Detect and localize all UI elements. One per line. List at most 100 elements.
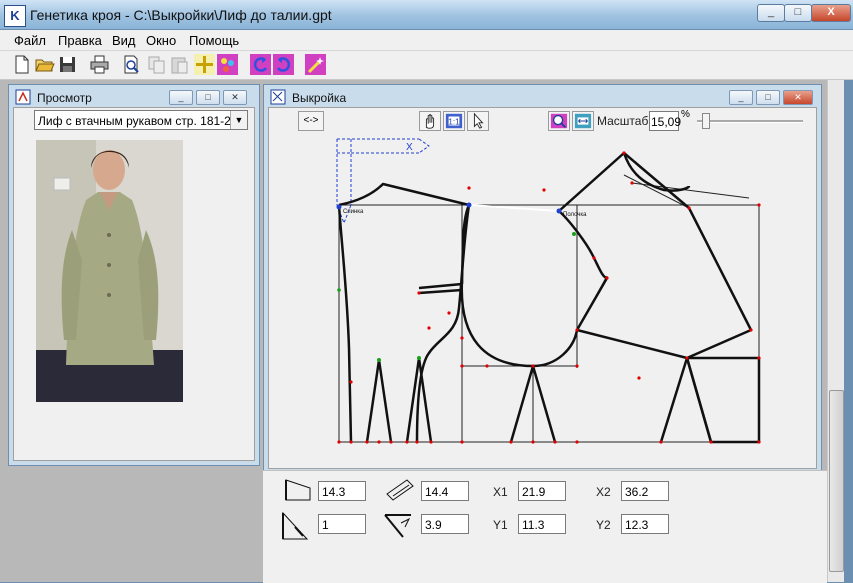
- open-folder-icon[interactable]: [34, 54, 55, 75]
- menu-view[interactable]: Вид: [112, 33, 136, 48]
- pattern-point[interactable]: [460, 440, 464, 444]
- pattern-close-button[interactable]: ✕: [783, 90, 813, 105]
- preview-window-title: Просмотр: [37, 91, 92, 105]
- preview-maximize-button[interactable]: □: [196, 90, 220, 105]
- window-title: Генетика кроя - С:\Выкройки\Лиф до талии…: [30, 7, 332, 23]
- preview-minimize-button[interactable]: _: [169, 90, 193, 105]
- x1-label: X1: [493, 485, 508, 499]
- minimize-button[interactable]: _: [757, 4, 785, 22]
- pattern-point[interactable]: [349, 440, 353, 444]
- pattern-point[interactable]: [542, 188, 546, 192]
- pattern-point[interactable]: [630, 181, 634, 185]
- scrollbar-thumb[interactable]: [829, 390, 844, 572]
- pattern-point[interactable]: [605, 276, 609, 280]
- menu-file[interactable]: Файл: [14, 33, 46, 48]
- pattern-point[interactable]: [575, 440, 579, 444]
- magic-wand-icon[interactable]: [305, 54, 326, 75]
- pattern-point[interactable]: [575, 364, 579, 368]
- pattern-point[interactable]: [429, 440, 433, 444]
- preview-close-button[interactable]: ✕: [223, 90, 247, 105]
- pattern-point[interactable]: [709, 440, 713, 444]
- paste-icon[interactable]: [169, 54, 190, 75]
- y1-value: 11.3: [522, 518, 545, 532]
- pattern-point[interactable]: [553, 440, 557, 444]
- y1-label: Y1: [493, 518, 508, 532]
- length-value: 14.3: [322, 485, 346, 499]
- pattern-point[interactable]: [337, 440, 341, 444]
- pattern-point[interactable]: [757, 203, 761, 207]
- y1-field[interactable]: 11.3: [518, 514, 566, 534]
- pattern-point[interactable]: [389, 440, 393, 444]
- pattern-point[interactable]: [575, 328, 579, 332]
- pattern-point[interactable]: [349, 380, 353, 384]
- angle-value: 3.9: [425, 518, 442, 532]
- angle-field[interactable]: 3.9: [421, 514, 469, 534]
- app-icon: K: [4, 5, 26, 27]
- rotate-left-icon[interactable]: [250, 54, 271, 75]
- pattern-point[interactable]: [460, 364, 464, 368]
- y2-label: Y2: [596, 518, 611, 532]
- rotate-value: 1: [322, 518, 329, 532]
- x1-field[interactable]: 21.9: [518, 481, 566, 501]
- pattern-point[interactable]: [377, 440, 381, 444]
- pattern-point[interactable]: [687, 206, 691, 210]
- pattern-point[interactable]: [427, 326, 431, 330]
- pattern-point[interactable]: [485, 364, 489, 368]
- back-point-label: Спинка: [343, 209, 364, 215]
- pattern-point[interactable]: [415, 440, 419, 444]
- pattern-minimize-button[interactable]: _: [729, 90, 753, 105]
- add-point-icon[interactable]: [194, 54, 215, 75]
- pattern-point[interactable]: [365, 440, 369, 444]
- pattern-point[interactable]: [447, 311, 451, 315]
- menu-window[interactable]: Окно: [146, 33, 176, 48]
- pattern-point[interactable]: [405, 440, 409, 444]
- x1-value: 21.9: [522, 485, 546, 499]
- window-frame-edge: [844, 80, 853, 582]
- menu-edit[interactable]: Правка: [58, 33, 102, 48]
- pattern-point[interactable]: [509, 440, 513, 444]
- slant-length-field[interactable]: 14.4: [421, 481, 469, 501]
- length-field[interactable]: 14.3: [318, 481, 366, 501]
- pattern-point[interactable]: [659, 440, 663, 444]
- slant-distance-icon: [386, 479, 414, 501]
- pattern-window: Выкройка _ □ ✕ <-> 1:1 Масштаб 15,09 % X…: [263, 84, 822, 472]
- color-palette-icon[interactable]: [217, 54, 238, 75]
- preview-window: Просмотр _ □ ✕ Лиф с втачным рукавом стр…: [8, 84, 260, 466]
- pattern-point[interactable]: [685, 356, 689, 360]
- pattern-point[interactable]: [417, 291, 421, 295]
- preview-window-icon: [15, 89, 31, 105]
- pattern-point[interactable]: [757, 356, 761, 360]
- close-button[interactable]: X: [811, 4, 851, 22]
- pattern-point[interactable]: [531, 364, 535, 368]
- pattern-maximize-button[interactable]: □: [756, 90, 780, 105]
- new-document-icon[interactable]: [11, 54, 32, 75]
- pattern-window-title: Выкройка: [292, 91, 347, 105]
- x2-label: X2: [596, 485, 611, 499]
- pattern-point[interactable]: [531, 440, 535, 444]
- title-bar[interactable]: K Генетика кроя - С:\Выкройки\Лиф до тал…: [0, 0, 853, 30]
- chevron-down-icon[interactable]: ▼: [230, 111, 247, 129]
- menu-help[interactable]: Помощь: [189, 33, 239, 48]
- model-select[interactable]: Лиф с втачным рукавом стр. 181-225 ▼: [34, 110, 248, 130]
- pattern-point[interactable]: [622, 151, 626, 155]
- rotate-right-icon[interactable]: [273, 54, 294, 75]
- pattern-point[interactable]: [467, 186, 471, 190]
- save-icon[interactable]: [57, 54, 78, 75]
- rotate-field[interactable]: 1: [318, 514, 366, 534]
- print-icon[interactable]: [89, 54, 110, 75]
- pattern-point[interactable]: [592, 256, 596, 260]
- pattern-point[interactable]: [757, 440, 761, 444]
- pattern-point[interactable]: [460, 336, 464, 340]
- model-photo: [36, 140, 183, 402]
- print-preview-icon[interactable]: [121, 54, 142, 75]
- dimension-label: X: [406, 142, 413, 153]
- y2-field[interactable]: 12.3: [621, 514, 669, 534]
- preview-content: Лиф с втачным рукавом стр. 181-225 ▼: [13, 107, 255, 461]
- maximize-button[interactable]: □: [784, 4, 812, 22]
- pattern-window-icon: [270, 89, 286, 105]
- pattern-canvas[interactable]: <-> 1:1 Масштаб 15,09 % X Спинка Полочка: [268, 107, 817, 469]
- pattern-point[interactable]: [637, 376, 641, 380]
- pattern-point[interactable]: [749, 328, 753, 332]
- x2-field[interactable]: 36.2: [621, 481, 669, 501]
- copy-icon[interactable]: [146, 54, 167, 75]
